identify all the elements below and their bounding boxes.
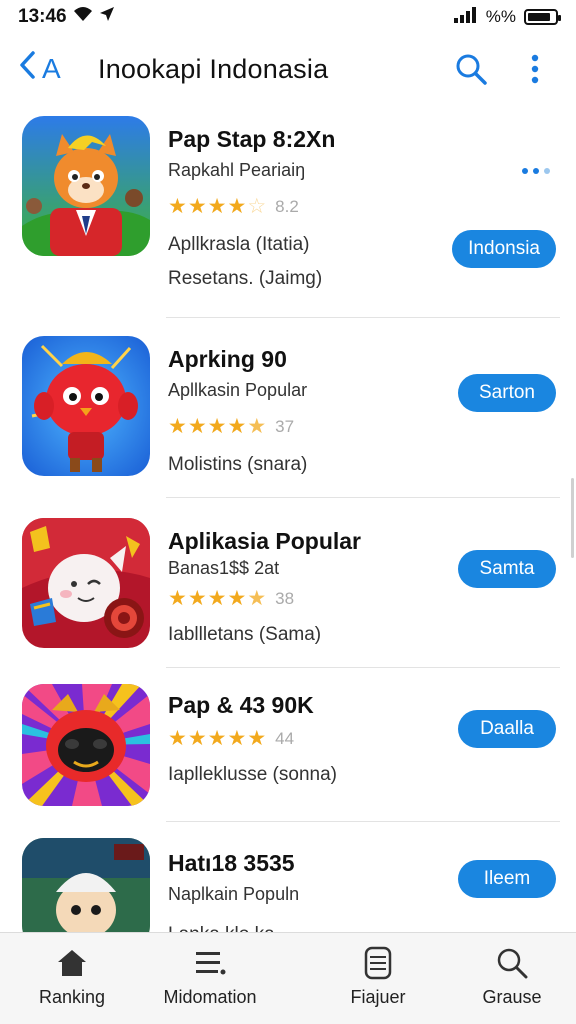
rating-count: 8.2 [275, 196, 299, 216]
chevron-left-icon [18, 50, 36, 88]
star-icon: ☆ [247, 195, 267, 218]
page-title: Inookapi Indonasia [98, 54, 329, 84]
star-icon: ★ [247, 415, 267, 438]
app-subtitle: Banas1$$ 2at [168, 558, 280, 578]
row-more-icon[interactable] [522, 168, 550, 174]
dark-monster-character-icon[interactable] [22, 684, 150, 806]
tab-ranking[interactable]: Ranking [0, 933, 144, 1024]
battery-level [528, 13, 551, 21]
list-item[interactable]: Aprking 90 Apllkasin Popular ★ ★ ★ ★ ★ 37 Mol… [0, 318, 576, 498]
star-icon: ★ [207, 195, 227, 218]
star-icon: ★ [227, 727, 247, 750]
rating-stars: ★ ★ ★ ★ ★ 44 [168, 726, 294, 751]
rating-stars: ★ ★ ★ ★ ★ 38 [168, 586, 294, 611]
status-bar: 13:46 %% [0, 0, 576, 34]
app-detail: Lanka klo ka [168, 924, 275, 932]
back-label: A [42, 53, 61, 84]
install-button[interactable]: Samta [458, 550, 556, 588]
install-button[interactable]: Sarton [458, 374, 556, 412]
star-icon: ★ [168, 195, 187, 218]
signal-icon [453, 6, 478, 28]
star-icon: ★ [207, 415, 227, 438]
list-icon [194, 945, 226, 981]
star-icon: ★ [187, 195, 207, 218]
app-name[interactable]: Hatı18 3535 [168, 850, 295, 877]
star-icon: ★ [207, 587, 227, 610]
location-arrow-icon [99, 6, 115, 28]
app-subtitle: Rapkahl Peariaiŋ [168, 160, 306, 180]
star-icon: ★ [247, 587, 267, 610]
vertical-dots-icon [530, 54, 540, 90]
rating-count: 37 [275, 416, 295, 436]
list-item[interactable]: Pap & 43 90K ★ ★ ★ ★ ★ 44 Iaplleklusse (sonna… [0, 668, 576, 822]
app-subtitle: Apllkasin Popular [168, 380, 308, 400]
star-icon: ★ [168, 727, 187, 750]
battery-icon [524, 9, 561, 25]
tab-label: Fiajuer [350, 987, 406, 1007]
star-icon: ★ [168, 587, 187, 610]
status-right: %% [453, 6, 561, 28]
list-item[interactable]: Hatı18 3535 Naplkain Populn Lanka klo ka… [0, 822, 576, 932]
red-bird-character-icon[interactable] [22, 336, 150, 476]
status-time: 13:46 [18, 6, 67, 27]
fox-character-icon[interactable] [22, 116, 150, 256]
wifi-icon [73, 6, 93, 28]
rating-stars: ★ ★ ★ ★ ★ 37 [168, 414, 294, 439]
star-icon: ★ [247, 727, 267, 750]
star-icon: ★ [227, 415, 247, 438]
white-cat-character-icon[interactable] [22, 518, 150, 648]
app-subtitle: Naplkain Populn [168, 884, 300, 904]
app-detail: Apllkrasla (Itatia) [168, 234, 310, 255]
star-icon: ★ [227, 587, 247, 610]
install-button[interactable]: Ileem [458, 860, 556, 898]
status-left: 13:46 [18, 6, 115, 28]
tab-fiajuer[interactable]: Fiajuer [306, 933, 450, 1024]
tab-label: Grause [482, 987, 542, 1007]
app-detail-secondary: Resetans. (Jaimg) [168, 268, 323, 289]
app-name[interactable]: Aprking 90 [168, 346, 287, 373]
viking-character-icon[interactable] [22, 838, 150, 932]
search-icon [454, 54, 488, 90]
home-icon [56, 945, 88, 981]
app-bar: A Inookapi Indonasia [0, 40, 576, 100]
list-item[interactable]: Aplikasia Popular Banas1$$ 2at ★ ★ ★ ★ ★ 38 I… [0, 498, 576, 668]
rating-count: 44 [275, 728, 295, 748]
install-button[interactable]: Daalla [458, 710, 556, 748]
app-detail: Molistins (snara) [168, 454, 308, 475]
app-name[interactable]: Pap Stap 8:2Xn [168, 126, 335, 153]
star-icon: ★ [187, 415, 207, 438]
jar-icon [363, 945, 393, 981]
star-icon: ★ [187, 727, 207, 750]
app-name[interactable]: Aplikasia Popular [168, 528, 361, 555]
tab-label: Ranking [38, 987, 106, 1007]
app-detail: Iaplleklusse (sonna) [168, 764, 337, 785]
tab-midomation[interactable]: Midomation [138, 933, 282, 1024]
back-button[interactable]: A [18, 50, 61, 88]
list-item[interactable]: Pap Stap 8:2Xn Rapkahl Peariaiŋ ★ ★ ★ ★ ☆ 8.2… [0, 106, 576, 318]
tab-label: Midomation [163, 987, 257, 1007]
tab-grause[interactable]: Grause [440, 933, 576, 1024]
app-list[interactable]: Pap Stap 8:2Xn Rapkahl Peariaiŋ ★ ★ ★ ★ ☆ 8.2… [0, 106, 576, 932]
star-icon: ★ [187, 587, 207, 610]
app-name[interactable]: Pap & 43 90K [168, 692, 314, 719]
bottom-tab-bar: Ranking Midomation Fiajuer Grause [0, 932, 576, 1024]
search-button[interactable] [454, 52, 488, 91]
rating-count: 38 [275, 588, 295, 608]
battery-percent: %% [485, 7, 516, 26]
search-icon [496, 945, 528, 981]
star-icon: ★ [227, 195, 247, 218]
rating-stars: ★ ★ ★ ★ ☆ 8.2 [168, 194, 299, 219]
star-icon: ★ [207, 727, 227, 750]
more-options-button[interactable] [530, 52, 540, 91]
app-detail: Iabllletans (Sama) [168, 624, 322, 645]
scrollbar[interactable] [571, 478, 574, 558]
star-icon: ★ [168, 415, 187, 438]
install-button[interactable]: Indonsia [452, 230, 556, 268]
